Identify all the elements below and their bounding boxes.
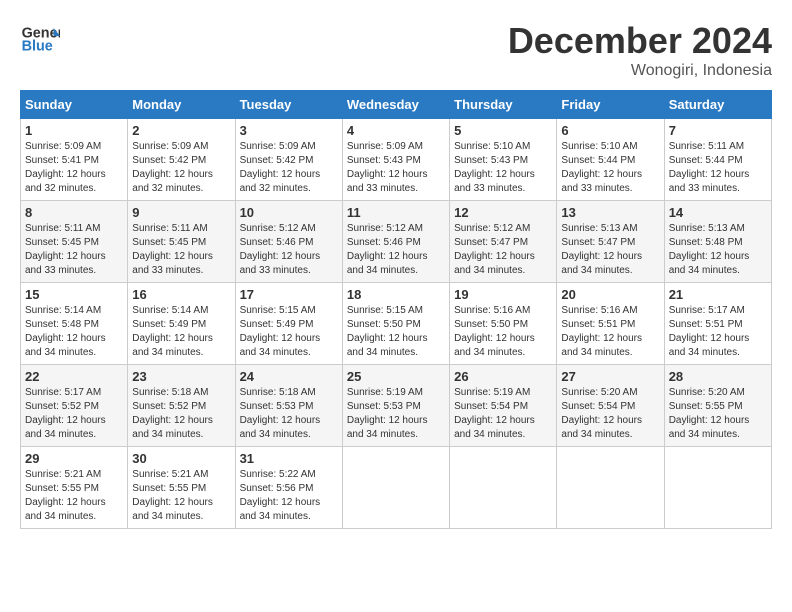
month-title: December 2024 bbox=[508, 20, 772, 62]
day-cell-13: 13Sunrise: 5:13 AMSunset: 5:47 PMDayligh… bbox=[557, 201, 664, 283]
col-sunday: Sunday bbox=[21, 91, 128, 119]
day-cell-10: 10Sunrise: 5:12 AMSunset: 5:46 PMDayligh… bbox=[235, 201, 342, 283]
day-cell-31: 31Sunrise: 5:22 AMSunset: 5:56 PMDayligh… bbox=[235, 447, 342, 529]
day-cell-11: 11Sunrise: 5:12 AMSunset: 5:46 PMDayligh… bbox=[342, 201, 449, 283]
day-cell-26: 26Sunrise: 5:19 AMSunset: 5:54 PMDayligh… bbox=[450, 365, 557, 447]
header: General Blue December 2024 Wonogiri, Ind… bbox=[20, 20, 772, 80]
day-cell-empty-4-4 bbox=[450, 447, 557, 529]
page-container: General Blue December 2024 Wonogiri, Ind… bbox=[20, 20, 772, 529]
week-row-3: 15Sunrise: 5:14 AMSunset: 5:48 PMDayligh… bbox=[21, 283, 772, 365]
week-row-4: 22Sunrise: 5:17 AMSunset: 5:52 PMDayligh… bbox=[21, 365, 772, 447]
day-cell-20: 20Sunrise: 5:16 AMSunset: 5:51 PMDayligh… bbox=[557, 283, 664, 365]
day-cell-23: 23Sunrise: 5:18 AMSunset: 5:52 PMDayligh… bbox=[128, 365, 235, 447]
day-cell-8: 8Sunrise: 5:11 AMSunset: 5:45 PMDaylight… bbox=[21, 201, 128, 283]
week-row-2: 8Sunrise: 5:11 AMSunset: 5:45 PMDaylight… bbox=[21, 201, 772, 283]
day-cell-25: 25Sunrise: 5:19 AMSunset: 5:53 PMDayligh… bbox=[342, 365, 449, 447]
day-cell-12: 12Sunrise: 5:12 AMSunset: 5:47 PMDayligh… bbox=[450, 201, 557, 283]
day-cell-27: 27Sunrise: 5:20 AMSunset: 5:54 PMDayligh… bbox=[557, 365, 664, 447]
day-cell-7: 7Sunrise: 5:11 AMSunset: 5:44 PMDaylight… bbox=[664, 119, 771, 201]
col-friday: Friday bbox=[557, 91, 664, 119]
day-cell-17: 17Sunrise: 5:15 AMSunset: 5:49 PMDayligh… bbox=[235, 283, 342, 365]
day-cell-9: 9Sunrise: 5:11 AMSunset: 5:45 PMDaylight… bbox=[128, 201, 235, 283]
day-cell-15: 15Sunrise: 5:14 AMSunset: 5:48 PMDayligh… bbox=[21, 283, 128, 365]
day-cell-22: 22Sunrise: 5:17 AMSunset: 5:52 PMDayligh… bbox=[21, 365, 128, 447]
day-cell-empty-4-3 bbox=[342, 447, 449, 529]
day-cell-24: 24Sunrise: 5:18 AMSunset: 5:53 PMDayligh… bbox=[235, 365, 342, 447]
day-cell-2: 2Sunrise: 5:09 AMSunset: 5:42 PMDaylight… bbox=[128, 119, 235, 201]
day-cell-1: 1Sunrise: 5:09 AMSunset: 5:41 PMDaylight… bbox=[21, 119, 128, 201]
col-thursday: Thursday bbox=[450, 91, 557, 119]
day-cell-18: 18Sunrise: 5:15 AMSunset: 5:50 PMDayligh… bbox=[342, 283, 449, 365]
location: Wonogiri, Indonesia bbox=[508, 62, 772, 80]
week-row-5: 29Sunrise: 5:21 AMSunset: 5:55 PMDayligh… bbox=[21, 447, 772, 529]
day-cell-3: 3Sunrise: 5:09 AMSunset: 5:42 PMDaylight… bbox=[235, 119, 342, 201]
day-cell-14: 14Sunrise: 5:13 AMSunset: 5:48 PMDayligh… bbox=[664, 201, 771, 283]
day-cell-empty-4-6 bbox=[664, 447, 771, 529]
day-cell-6: 6Sunrise: 5:10 AMSunset: 5:44 PMDaylight… bbox=[557, 119, 664, 201]
day-cell-5: 5Sunrise: 5:10 AMSunset: 5:43 PMDaylight… bbox=[450, 119, 557, 201]
day-cell-empty-4-5 bbox=[557, 447, 664, 529]
day-cell-28: 28Sunrise: 5:20 AMSunset: 5:55 PMDayligh… bbox=[664, 365, 771, 447]
week-row-1: 1Sunrise: 5:09 AMSunset: 5:41 PMDaylight… bbox=[21, 119, 772, 201]
logo: General Blue bbox=[20, 20, 65, 60]
col-saturday: Saturday bbox=[664, 91, 771, 119]
col-monday: Monday bbox=[128, 91, 235, 119]
day-cell-21: 21Sunrise: 5:17 AMSunset: 5:51 PMDayligh… bbox=[664, 283, 771, 365]
title-block: December 2024 Wonogiri, Indonesia bbox=[508, 20, 772, 80]
day-cell-16: 16Sunrise: 5:14 AMSunset: 5:49 PMDayligh… bbox=[128, 283, 235, 365]
header-row: Sunday Monday Tuesday Wednesday Thursday… bbox=[21, 91, 772, 119]
col-wednesday: Wednesday bbox=[342, 91, 449, 119]
day-cell-29: 29Sunrise: 5:21 AMSunset: 5:55 PMDayligh… bbox=[21, 447, 128, 529]
day-cell-30: 30Sunrise: 5:21 AMSunset: 5:55 PMDayligh… bbox=[128, 447, 235, 529]
day-cell-19: 19Sunrise: 5:16 AMSunset: 5:50 PMDayligh… bbox=[450, 283, 557, 365]
svg-text:Blue: Blue bbox=[22, 38, 53, 54]
day-cell-4: 4Sunrise: 5:09 AMSunset: 5:43 PMDaylight… bbox=[342, 119, 449, 201]
calendar-table: Sunday Monday Tuesday Wednesday Thursday… bbox=[20, 90, 772, 529]
logo-icon: General Blue bbox=[20, 20, 60, 60]
col-tuesday: Tuesday bbox=[235, 91, 342, 119]
